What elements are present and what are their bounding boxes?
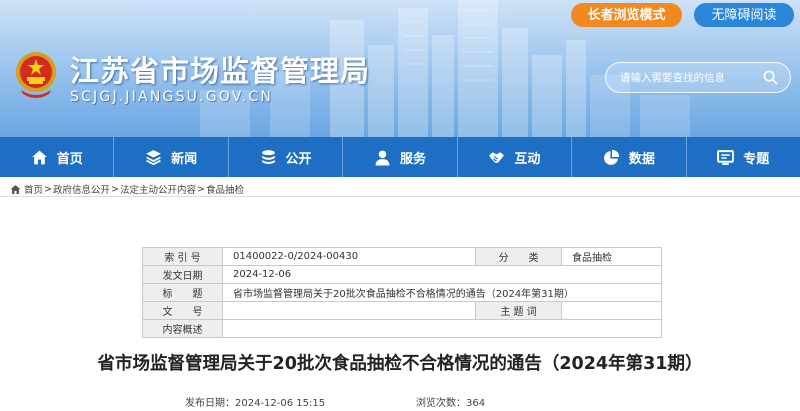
title-label: 标 题 xyxy=(142,283,223,302)
breadcrumb-gov-info[interactable]: 政府信息公开 xyxy=(53,182,110,196)
layers-icon xyxy=(146,149,162,165)
nav-item-service[interactable]: 服务 xyxy=(343,137,458,177)
home-icon xyxy=(31,150,47,164)
main-nav: 首页 新闻 公开 服务 互动 数据 专题 xyxy=(0,137,800,177)
stack-icon xyxy=(261,149,275,164)
document-number-value xyxy=(222,301,476,320)
table-row: 发文日期 2024-12-06 xyxy=(142,265,662,284)
table-row: 标 题 省市场监督管理局关于20批次食品抽检不合格情况的通告（2024年第31期… xyxy=(142,283,662,302)
breadcrumb-separator: > xyxy=(196,183,205,195)
title-value: 省市场监督管理局关于20批次食品抽检不合格情况的通告（2024年第31期） xyxy=(222,283,662,302)
view-count-label: 浏览次数： xyxy=(416,398,466,409)
article-title: 省市场监督管理局关于20批次食品抽检不合格情况的通告（2024年第31期） xyxy=(97,354,703,374)
issue-date-label: 发文日期 xyxy=(142,265,223,284)
search-icon[interactable] xyxy=(763,70,778,85)
user-icon xyxy=(375,150,390,165)
table-row: 文 号 主 题 词 xyxy=(142,301,662,320)
nav-item-label: 专题 xyxy=(743,151,770,167)
table-row: 内容概述 xyxy=(142,319,662,338)
document-info-table: 索 引 号 01400022-0/2024-00430 分 类 食品抽检 发文日… xyxy=(142,247,662,338)
category-value: 食品抽检 xyxy=(561,247,662,266)
table-row: 索 引 号 01400022-0/2024-00430 分 类 食品抽检 xyxy=(142,247,662,266)
summary-value xyxy=(222,319,662,338)
summary-label: 内容概述 xyxy=(142,319,223,338)
index-number-value: 01400022-0/2024-00430 xyxy=(222,247,476,266)
nav-item-label: 互动 xyxy=(514,151,541,167)
publish-date: 发布日期：2024-12-06 15:15 xyxy=(185,394,325,409)
nav-item-data[interactable]: 数据 xyxy=(572,137,687,177)
publish-date-label: 发布日期： xyxy=(185,398,235,409)
keywords-label: 主 题 词 xyxy=(475,301,562,320)
nav-item-label: 服务 xyxy=(399,151,426,167)
view-count-value: 364 xyxy=(466,398,486,409)
index-number-label: 索 引 号 xyxy=(142,247,223,266)
search-box xyxy=(605,62,791,93)
nav-item-label: 首页 xyxy=(56,151,83,167)
breadcrumb-home[interactable]: 首页 xyxy=(24,182,43,196)
publish-date-value: 2024-12-06 15:15 xyxy=(235,398,326,409)
breadcrumb-food-inspection[interactable]: 食品抽检 xyxy=(206,182,244,196)
search-input[interactable] xyxy=(620,69,760,87)
national-emblem-icon xyxy=(16,52,56,98)
site-header: 江苏省市场监督管理局 SCJGJ.JIANGSU.GOV.CN 长者浏览模式 无… xyxy=(0,0,800,137)
nav-item-label: 新闻 xyxy=(171,151,198,167)
pie-chart-icon xyxy=(603,149,619,165)
breadcrumb-separator: > xyxy=(44,183,52,195)
breadcrumb: 首页 > 政府信息公开 > 法定主动公开内容 > 食品抽检 xyxy=(10,182,244,196)
document-number-label: 文 号 xyxy=(142,301,223,320)
handshake-icon xyxy=(489,151,505,163)
site-title: 江苏省市场监督管理局 xyxy=(70,54,371,88)
breadcrumb-divider xyxy=(0,196,800,197)
issue-date-value: 2024-12-06 xyxy=(222,265,662,284)
accessible-reading-button[interactable]: 无障碍阅读 xyxy=(694,3,794,27)
nav-item-label: 数据 xyxy=(628,151,655,167)
site-domain: SCJGJ.JIANGSU.GOV.CN xyxy=(70,89,274,105)
breadcrumb-home-icon xyxy=(10,184,21,194)
keywords-value xyxy=(561,301,662,320)
nav-item-interaction[interactable]: 互动 xyxy=(458,137,573,177)
monitor-icon xyxy=(717,149,735,165)
nav-item-home[interactable]: 首页 xyxy=(0,137,115,177)
breadcrumb-statutory[interactable]: 法定主动公开内容 xyxy=(120,182,196,196)
nav-item-news[interactable]: 新闻 xyxy=(114,137,229,177)
elder-mode-button[interactable]: 长者浏览模式 xyxy=(571,3,682,27)
breadcrumb-separator: > xyxy=(111,183,119,195)
nav-item-label: 公开 xyxy=(285,151,312,167)
nav-item-public[interactable]: 公开 xyxy=(229,137,344,177)
view-count: 浏览次数：364 xyxy=(416,394,485,409)
category-label: 分 类 xyxy=(475,247,562,266)
nav-item-topics[interactable]: 专题 xyxy=(687,137,800,177)
